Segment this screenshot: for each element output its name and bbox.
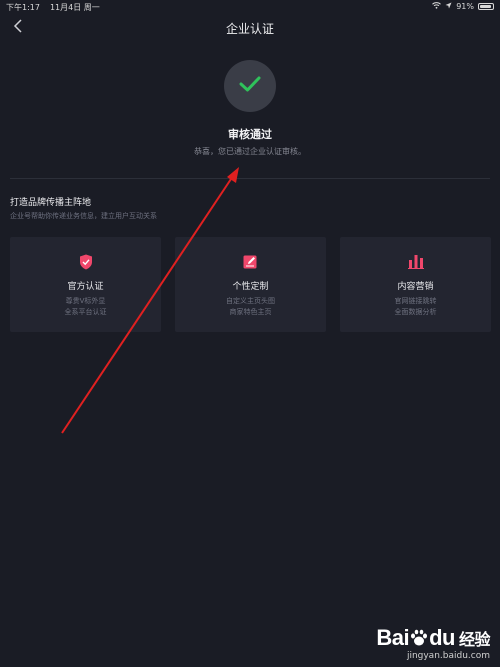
baidu-logo: Bai du 经验	[376, 625, 490, 651]
battery-fill	[480, 5, 491, 8]
card-desc-line: 自定义主页头图	[226, 297, 275, 305]
status-bar: 下午1:17 11月4日 周一 91%	[0, 0, 500, 14]
logo-text: Bai	[376, 625, 410, 650]
battery-percent: 91%	[456, 2, 474, 11]
wifi-icon	[432, 2, 442, 11]
card-description: 自定义主页头图 商家特色主页	[175, 296, 326, 318]
status-time: 下午1:17	[6, 3, 40, 12]
section-subtitle: 企业号帮助你传递业务信息，建立用户互动关系	[10, 212, 157, 220]
page-title: 企业认证	[225, 22, 274, 36]
location-icon	[445, 2, 452, 11]
bar-chart-icon	[407, 254, 424, 273]
watermark-url: jingyan.baidu.com	[406, 651, 490, 661]
card-content-marketing[interactable]: 内容营销 官网链接跳转 全面数据分析	[340, 237, 491, 332]
shield-icon	[79, 254, 93, 274]
card-desc-line: 商家特色主页	[229, 308, 272, 316]
review-status-title: 审核通过	[228, 128, 272, 141]
review-status-subtitle: 恭喜，您已通过企业认证审核。	[194, 147, 306, 156]
checkmark-icon	[238, 74, 262, 98]
nav-bar: 企业认证	[0, 14, 500, 40]
paw-icon	[411, 629, 428, 646]
card-title: 内容营销	[397, 282, 434, 292]
section-title: 打造品牌传播主阵地	[10, 198, 92, 208]
card-official-certification[interactable]: 官方认证 尊贵V标外显 全系平台认证	[10, 237, 161, 332]
divider	[10, 178, 490, 179]
card-title: 官方认证	[67, 282, 104, 292]
card-desc-line: 官网链接跳转	[394, 297, 437, 305]
logo-text: du	[429, 625, 455, 650]
card-desc-line: 全系平台认证	[64, 308, 107, 316]
card-desc-line: 全面数据分析	[394, 308, 437, 316]
card-title: 个性定制	[232, 282, 269, 292]
card-description: 官网链接跳转 全面数据分析	[340, 296, 491, 318]
success-badge	[224, 60, 276, 112]
card-description: 尊贵V标外显 全系平台认证	[10, 296, 161, 318]
card-personal-customization[interactable]: 个性定制 自定义主页头图 商家特色主页	[175, 237, 326, 332]
status-date: 11月4日 周一	[49, 3, 100, 12]
baidu-watermark: Bai du 经验 jingyan.baidu.com	[376, 625, 490, 661]
feature-cards: 官方认证 尊贵V标外显 全系平台认证 个性定制 自定义主页头图 商家特色主页 内…	[10, 237, 491, 332]
card-desc-line: 尊贵V标外显	[65, 297, 106, 305]
edit-icon	[243, 254, 258, 273]
battery-icon	[478, 3, 494, 10]
logo-suffix: 经验	[458, 632, 491, 649]
